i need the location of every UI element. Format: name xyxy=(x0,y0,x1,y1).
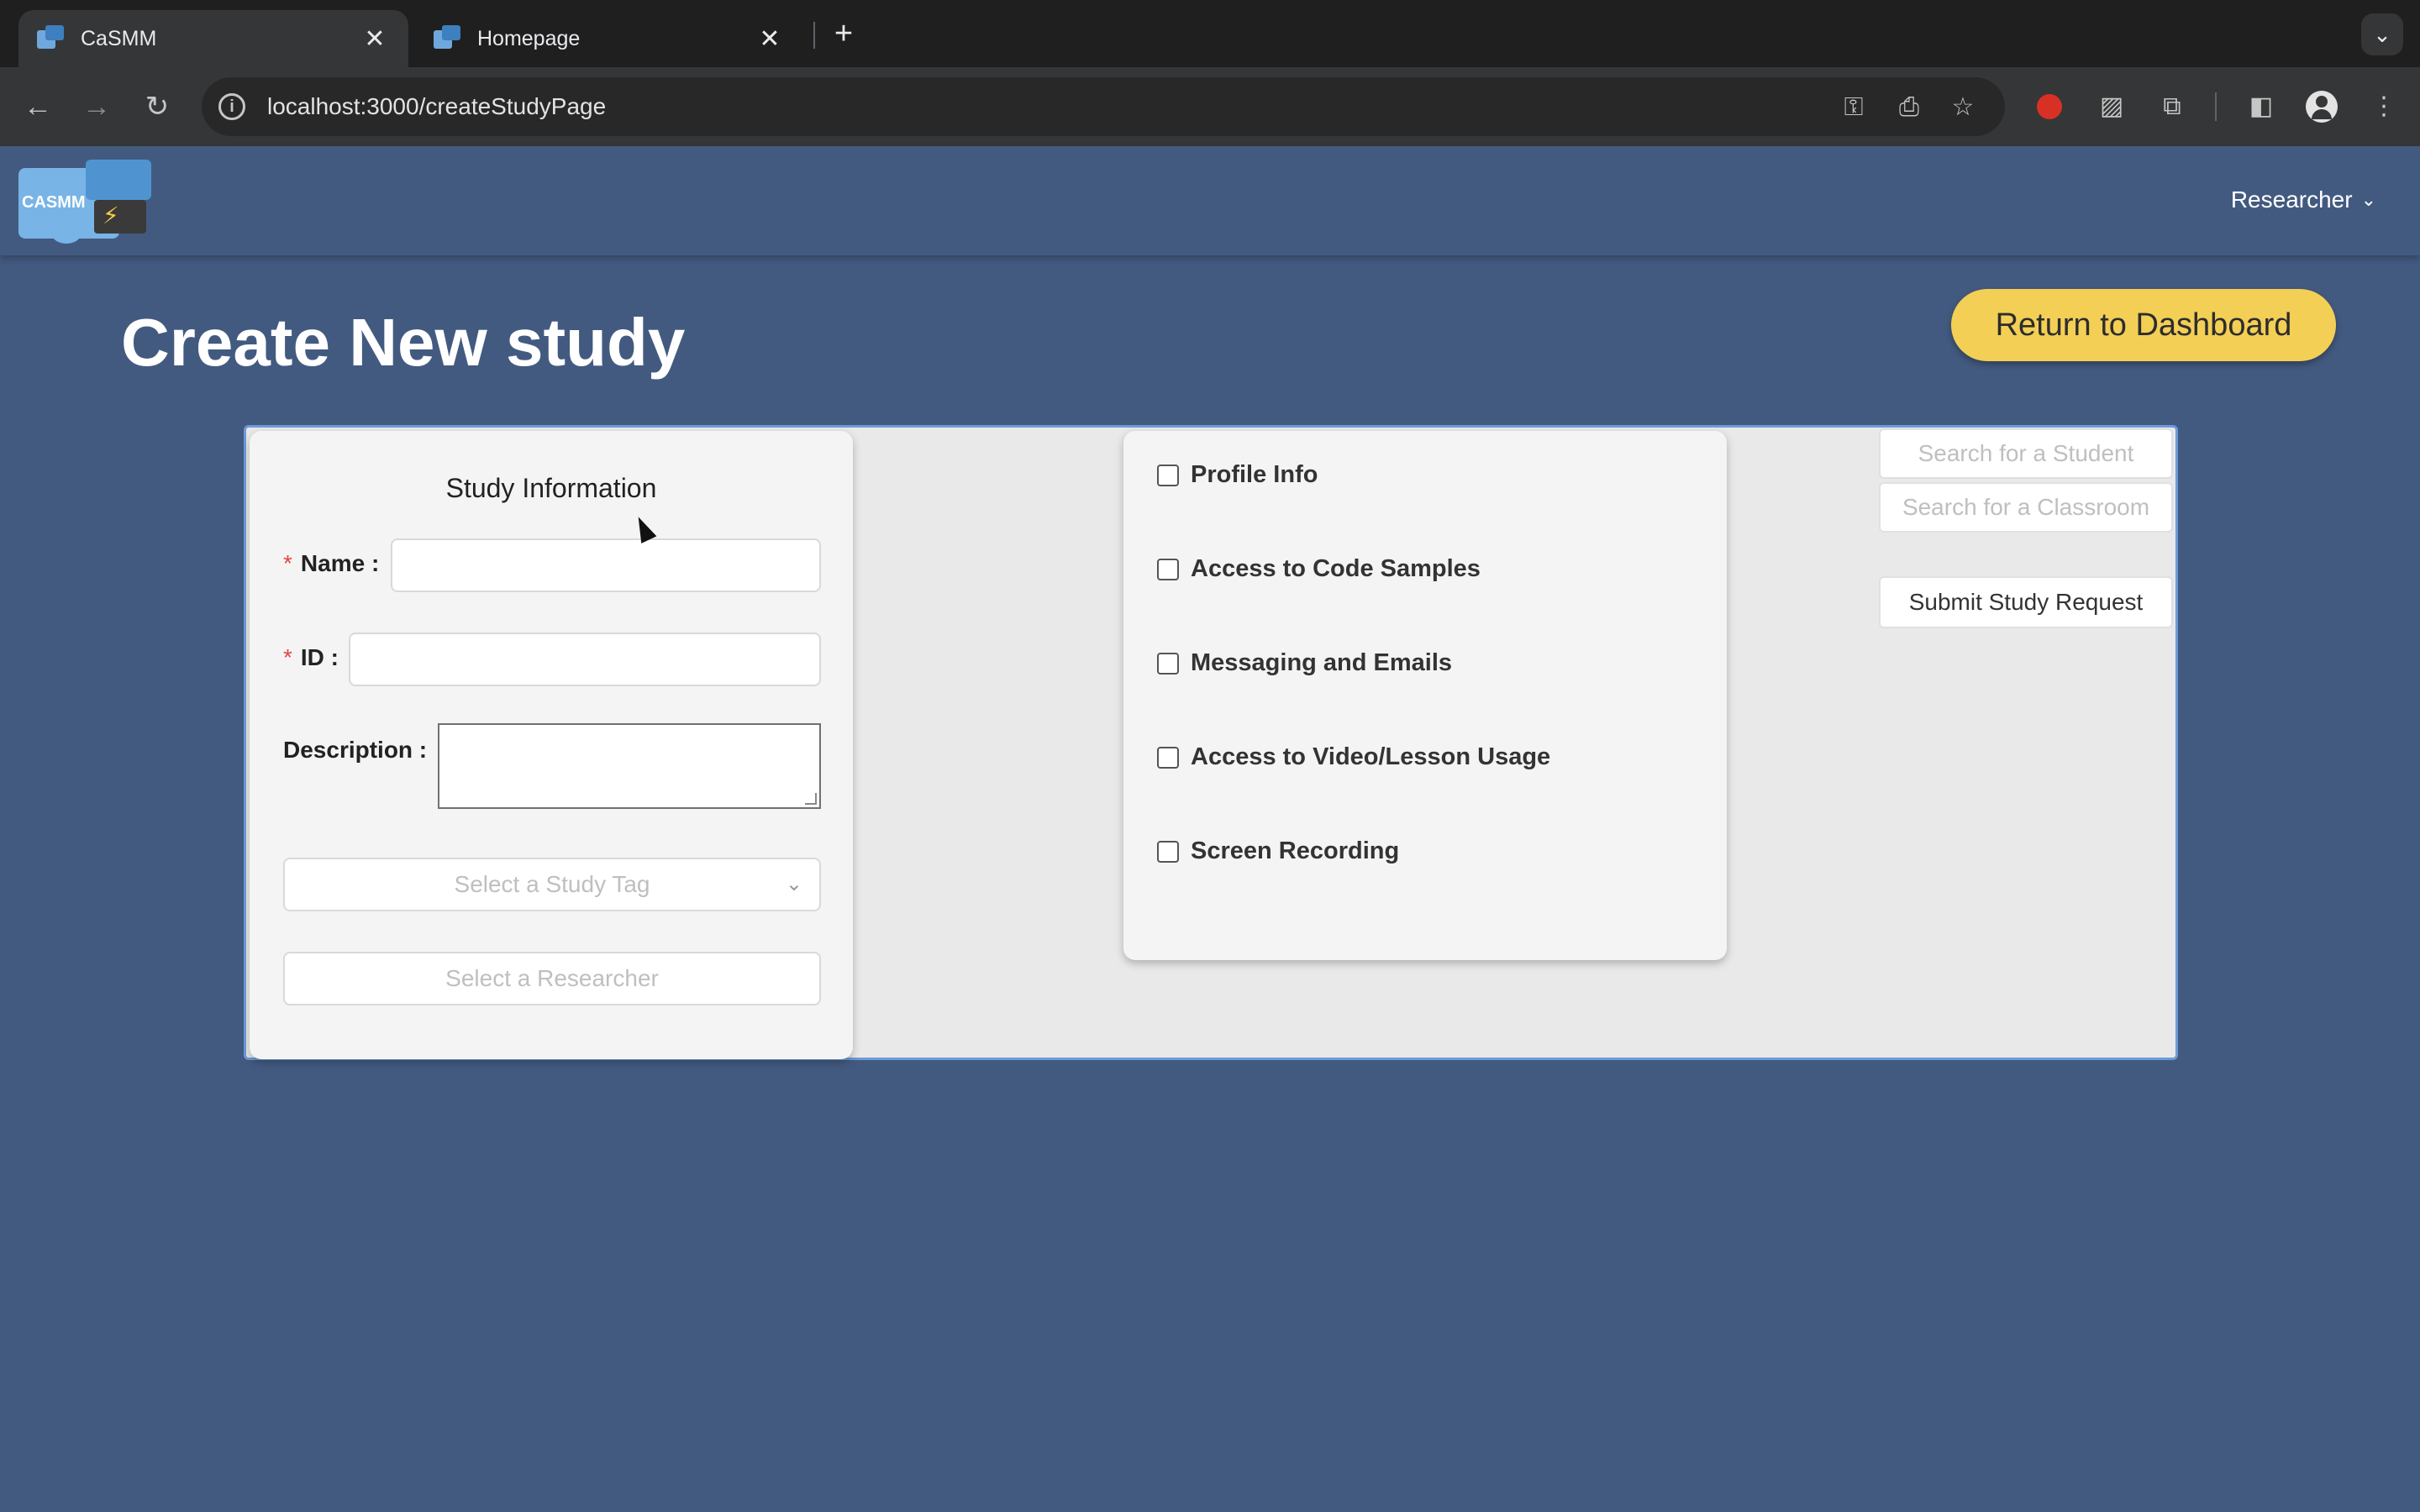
tab-homepage[interactable]: Homepage ✕ xyxy=(415,10,803,67)
researcher-menu[interactable]: Researcher ⌄ xyxy=(2231,186,2376,213)
permission-row[interactable]: Access to Code Samples xyxy=(1157,555,1481,583)
logo-text: CASMM xyxy=(22,193,86,212)
casmm-logo[interactable]: CASMM ⚡ xyxy=(18,160,151,247)
id-input[interactable] xyxy=(349,633,821,686)
permission-row[interactable]: Profile Info xyxy=(1157,461,1318,489)
student-search-input[interactable]: Search for a Student xyxy=(1879,428,2173,479)
permission-row[interactable]: Access to Video/Lesson Usage xyxy=(1157,743,1550,771)
classroom-search-input[interactable]: Search for a Classroom xyxy=(1879,482,2173,533)
close-icon[interactable]: ✕ xyxy=(755,24,785,54)
reload-button[interactable]: ↻ xyxy=(136,86,178,128)
url-text[interactable]: localhost:3000/createStudyPage xyxy=(267,93,606,120)
browser-tabstrip: CaSMM ✕ Homepage ✕ + ⌄ xyxy=(0,0,2420,67)
name-label: * Name : xyxy=(283,550,380,576)
return-to-dashboard-button[interactable]: Return to Dashboard xyxy=(1951,289,2336,361)
profile-info-checkbox[interactable] xyxy=(1157,464,1179,486)
lightning-icon: ⚡ xyxy=(103,202,119,228)
reload-icon: ↻ xyxy=(145,91,170,123)
permission-label: Access to Code Samples xyxy=(1191,555,1481,582)
screen-recording-checkbox[interactable] xyxy=(1157,840,1179,863)
permission-row[interactable]: Messaging and Emails xyxy=(1157,649,1452,677)
forward-button[interactable]: → xyxy=(76,86,118,128)
researcher-select[interactable]: Select a Researcher xyxy=(283,952,821,1005)
permission-label: Screen Recording xyxy=(1191,837,1400,864)
homepage-favicon-icon xyxy=(434,25,460,52)
study-information-title: Study Information xyxy=(445,473,657,503)
extension-screenshot-icon[interactable]: ▨ xyxy=(2091,86,2133,128)
profile-icon[interactable] xyxy=(2306,91,2338,123)
page-title: Create New study xyxy=(121,305,686,380)
id-label: * ID : xyxy=(283,644,339,670)
code-samples-checkbox[interactable] xyxy=(1157,558,1179,580)
app-header: CASMM ⚡ Researcher ⌄ xyxy=(0,146,2420,255)
key-icon[interactable]: ⚿ xyxy=(1837,91,1870,124)
arrow-right-icon: → xyxy=(82,91,111,123)
chevron-down-icon: ⌄ xyxy=(2373,22,2391,47)
researcher-placeholder: Select a Researcher xyxy=(445,965,659,991)
side-panel-icon[interactable]: ◧ xyxy=(2240,86,2282,128)
close-icon[interactable]: ✕ xyxy=(360,24,390,54)
study-tag-placeholder: Select a Study Tag xyxy=(454,871,650,897)
messaging-checkbox[interactable] xyxy=(1157,652,1179,675)
back-button[interactable]: ← xyxy=(17,86,59,128)
chevron-down-icon: ⌄ xyxy=(2360,189,2376,210)
permission-label: Access to Video/Lesson Usage xyxy=(1191,743,1551,770)
tab-casmm[interactable]: CaSMM ✕ xyxy=(18,10,408,67)
description-textarea[interactable] xyxy=(438,723,821,809)
chevron-down-icon: ⌄ xyxy=(785,873,802,895)
required-mark: * xyxy=(283,644,292,670)
permission-label: Messaging and Emails xyxy=(1191,649,1453,676)
site-info-icon[interactable]: i xyxy=(218,93,245,120)
researcher-menu-label: Researcher xyxy=(2230,186,2353,213)
tab-title: Homepage xyxy=(477,26,581,50)
permissions-card: Profile Info Access to Code Samples Mess… xyxy=(1123,431,1727,960)
browser-toolbar: ← → ↻ i localhost:3000/createStudyPage ⚿… xyxy=(0,67,2420,146)
video-lesson-checkbox[interactable] xyxy=(1157,746,1179,769)
name-input[interactable] xyxy=(391,538,821,592)
address-bar[interactable]: i localhost:3000/createStudyPage ⚿ ⎙ ☆ xyxy=(202,77,2005,136)
install-app-icon[interactable]: ⎙ xyxy=(1892,91,1926,124)
permission-row[interactable]: Screen Recording xyxy=(1157,837,1399,865)
puzzle-icon[interactable]: ⧉ xyxy=(2151,86,2193,128)
tab-divider xyxy=(813,22,815,49)
tab-search-button[interactable]: ⌄ xyxy=(2361,13,2403,55)
required-mark: * xyxy=(283,550,292,576)
description-label: Description : xyxy=(283,737,428,763)
toolbar-divider xyxy=(2215,92,2217,121)
new-tab-button[interactable]: + xyxy=(827,15,860,52)
kebab-menu-icon[interactable]: ⋮ xyxy=(2363,86,2405,128)
casmm-favicon-icon xyxy=(37,25,64,52)
study-tag-select[interactable]: Select a Study Tag ⌄ xyxy=(283,858,821,911)
submit-study-request-button[interactable]: Submit Study Request xyxy=(1879,576,2173,628)
arrow-left-icon: ← xyxy=(24,91,52,123)
permission-label: Profile Info xyxy=(1191,461,1318,488)
study-information-card: Study Information * Name : * ID : Descript… xyxy=(250,431,853,1059)
star-icon[interactable]: ☆ xyxy=(1946,91,1980,124)
extension-blocker-icon[interactable] xyxy=(2037,94,2062,119)
tab-title: CaSMM xyxy=(81,26,157,50)
